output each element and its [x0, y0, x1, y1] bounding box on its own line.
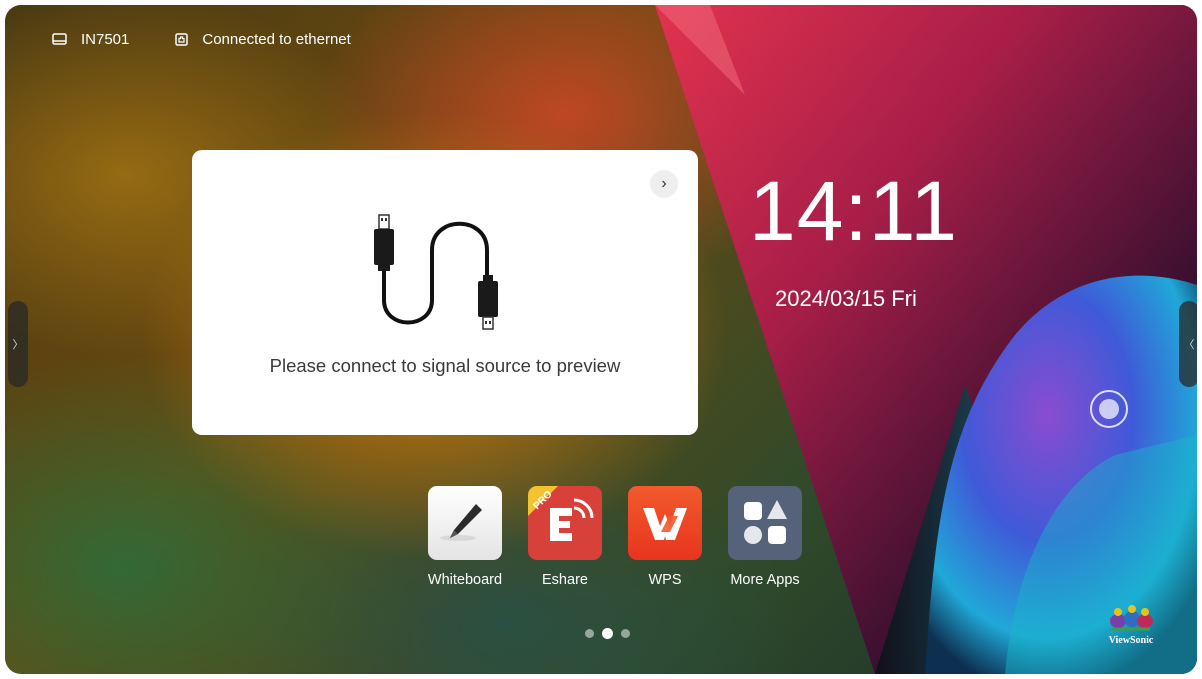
hdmi-cable-icon [374, 214, 498, 330]
display-icon [52, 33, 67, 45]
more-apps-icon [728, 486, 802, 560]
left-sidebar-toggle[interactable]: 〉 [8, 301, 28, 387]
wps-icon [628, 486, 702, 560]
app-wps[interactable]: WPS [615, 486, 715, 588]
floating-menu-dot [1099, 399, 1119, 419]
home-screen: IN7501 Connected to ethernet › Please co… [5, 5, 1197, 674]
device-name: IN7501 [81, 30, 130, 48]
clock-date: 2024/03/15 Fri [775, 286, 917, 311]
clock-time: 14:11 [749, 164, 958, 258]
floating-menu-button[interactable] [1090, 390, 1128, 428]
app-label: WPS [648, 572, 682, 588]
app-label: More Apps [730, 572, 800, 588]
app-eshare[interactable]: PRO Eshare [515, 486, 615, 588]
page-dot-1[interactable] [585, 629, 594, 638]
chevron-right-icon[interactable]: › [650, 170, 678, 198]
whiteboard-icon [428, 486, 502, 560]
ethernet-icon [175, 32, 189, 46]
page-dot-2[interactable] [602, 628, 613, 639]
right-sidebar-toggle[interactable]: 〈 [1179, 301, 1197, 387]
status-bar: IN7501 Connected to ethernet [52, 27, 397, 51]
birds-logo-icon [1110, 605, 1153, 631]
viewsonic-logo: ViewSonic [1101, 603, 1161, 646]
app-more-apps[interactable]: More Apps [715, 486, 815, 588]
network-status-item: Connected to ethernet [175, 30, 351, 48]
page-indicator [581, 628, 634, 639]
app-dock: Whiteboard PRO Eshare WPS More Apps [415, 486, 815, 588]
eshare-icon: PRO [528, 486, 602, 560]
page-dot-3[interactable] [621, 629, 630, 638]
network-status: Connected to ethernet [202, 30, 351, 48]
brand-logo-text: ViewSonic [1108, 635, 1154, 646]
device-name-item: IN7501 [52, 31, 129, 48]
app-whiteboard[interactable]: Whiteboard [415, 486, 515, 588]
signal-preview-card[interactable]: › Please connect to signal source to pre… [192, 150, 698, 435]
app-label: Eshare [542, 572, 588, 588]
preview-message: Please connect to signal source to previ… [269, 355, 621, 376]
app-label: Whiteboard [427, 572, 503, 588]
